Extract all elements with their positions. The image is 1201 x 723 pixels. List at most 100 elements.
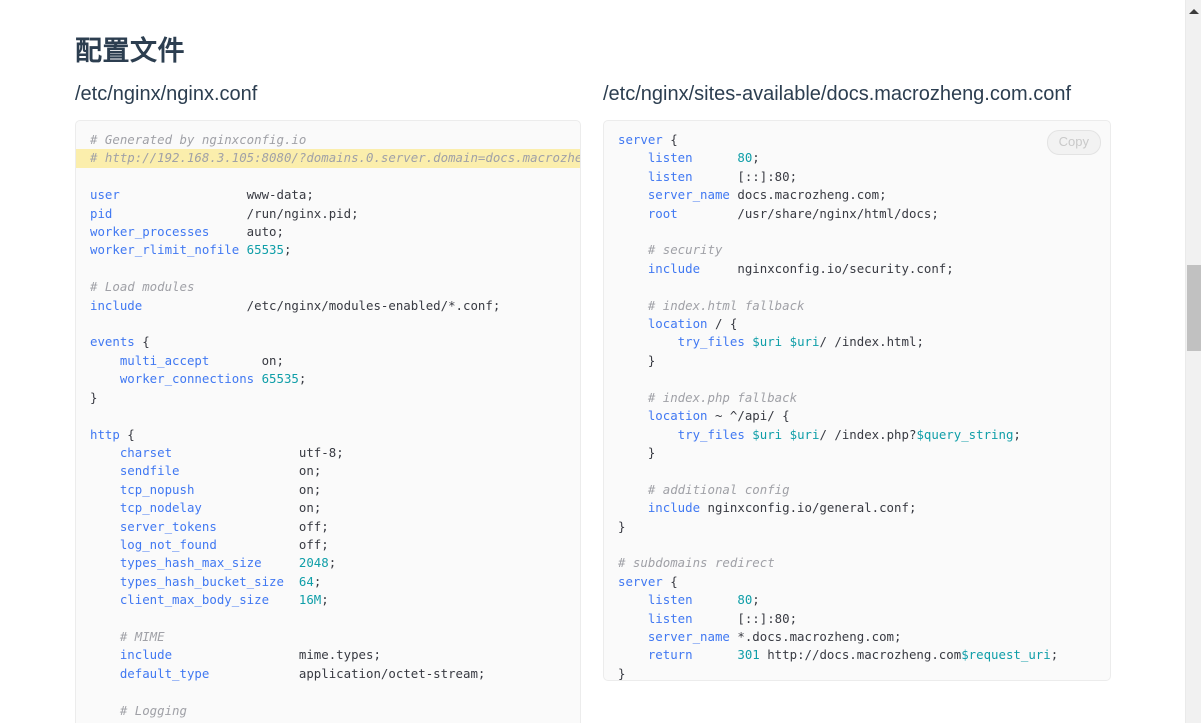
code-token: sendfile <box>90 463 180 479</box>
code-token: # Logging <box>90 702 187 718</box>
code-token: ; <box>283 242 292 258</box>
code-line: tcp_nopush on; <box>76 481 580 499</box>
code-token: user <box>90 187 120 203</box>
code-line: sendfile on; <box>76 462 580 480</box>
code-token: multi_accept <box>90 352 210 368</box>
code-token: log_not_found <box>90 536 217 552</box>
code-token: } <box>618 665 626 681</box>
code-token: $uri <box>752 334 783 350</box>
code-token: on <box>201 500 314 516</box>
code-block-site-conf[interactable]: server { listen 80; listen [::]:80; serv… <box>603 120 1111 681</box>
code-line: worker_processes auto; <box>76 223 580 241</box>
code-token: try_files <box>618 426 745 442</box>
code-line: } <box>604 352 1110 370</box>
code-token: { <box>662 132 678 147</box>
code-line: client_max_body_size 16M; <box>76 591 580 609</box>
code-line: return 301 http://docs.macrozheng.com$re… <box>604 646 1110 664</box>
code-token: $uri <box>752 426 783 442</box>
code-token: on <box>209 352 277 368</box>
code-token: # http://192.168.3.105:8080/?domains.0.s… <box>90 150 581 166</box>
code-token: # MIME <box>90 628 165 644</box>
code-token: return <box>618 647 693 663</box>
code-line: } <box>604 518 1110 536</box>
code-line: worker_rlimit_nofile 65535; <box>76 241 580 259</box>
code-token: try_files <box>618 334 745 350</box>
code-line: tcp_nodelay on; <box>76 499 580 517</box>
code-token: ; <box>321 592 329 608</box>
code-token: tcp_nodelay <box>90 500 202 516</box>
code-token: server_name <box>618 628 730 644</box>
code-token: docs.macrozheng.com <box>729 187 880 203</box>
code-token: # index.php fallback <box>618 389 798 405</box>
code-token: listen <box>618 592 693 608</box>
code-token: } <box>618 518 626 534</box>
code-line: user www-data; <box>76 186 580 204</box>
code-token: / /index.php? <box>819 426 917 442</box>
code-token: off <box>216 536 322 552</box>
code-token: client_max_body_size <box>90 592 270 608</box>
code-token: # Load modules <box>90 279 195 295</box>
code-token: mime.types <box>172 647 374 663</box>
code-token: 301 <box>737 647 760 663</box>
code-line: } <box>76 389 580 407</box>
code-token: ; <box>879 187 887 203</box>
code-token: ; <box>789 610 798 626</box>
code-token: application/octet-stream <box>209 665 478 681</box>
code-line: listen [::]:80; <box>604 168 1110 186</box>
code-token: charset <box>90 444 173 460</box>
code-line: # http://192.168.3.105:8080/?domains.0.s… <box>76 149 581 168</box>
code-token: pid <box>90 205 113 221</box>
code-token: # subdomains redirect <box>618 555 775 571</box>
code-line: http { <box>76 426 580 444</box>
copy-button[interactable]: Copy <box>1046 130 1101 155</box>
code-token: types_hash_bucket_size <box>90 573 284 589</box>
code-token: { <box>134 334 150 350</box>
page-scrollbar[interactable] <box>1185 0 1201 723</box>
code-token: } <box>618 444 656 460</box>
code-token: worker_rlimit_nofile <box>90 242 240 258</box>
code-token: ; <box>894 628 902 644</box>
code-line: # MIME <box>76 628 580 646</box>
code-token: ; <box>752 150 760 166</box>
browser-viewport: 配置文件 /etc/nginx/nginx.conf # Generated b… <box>0 0 1201 723</box>
code-token: ; <box>908 500 917 516</box>
code-line: listen 80; <box>604 149 1110 167</box>
code-token: ; <box>321 518 329 534</box>
code-line: types_hash_max_size 2048; <box>76 554 580 572</box>
code-token: ; <box>916 334 924 350</box>
code-line: include mime.types; <box>76 646 580 664</box>
code-line: charset utf-8; <box>76 444 580 462</box>
code-token: ; <box>313 463 322 479</box>
code-token: ; <box>1013 426 1021 442</box>
code-line: # Generated by nginxconfig.io <box>76 131 580 149</box>
chevron-up-icon[interactable] <box>1186 4 1201 18</box>
code-token: ; <box>789 168 798 184</box>
code-token: [::]:80 <box>692 610 790 626</box>
code-line: listen 80; <box>604 591 1110 609</box>
code-token: 2048 <box>298 555 329 571</box>
code-token: $request_uri <box>961 647 1051 663</box>
code-token: /usr/share/nginx/html/docs <box>677 205 932 221</box>
code-token: types_hash_max_size <box>90 555 262 571</box>
code-token: $uri <box>789 426 820 442</box>
scrollbar-thumb[interactable] <box>1187 265 1201 351</box>
code-line: server_tokens off; <box>76 518 580 536</box>
code-content-nginx-conf: # Generated by nginxconfig.io # http://19… <box>76 121 580 723</box>
code-token: worker_connections <box>90 371 255 387</box>
code-token: { <box>119 426 135 442</box>
code-token: 65535 <box>246 242 284 258</box>
code-line: # Load modules <box>76 278 580 296</box>
code-token: server_tokens <box>90 518 217 534</box>
code-token: / { <box>707 316 738 332</box>
code-block-nginx-conf[interactable]: # Generated by nginxconfig.io # http://19… <box>75 120 581 723</box>
code-token: ; <box>752 592 760 608</box>
code-token: } <box>90 389 98 405</box>
